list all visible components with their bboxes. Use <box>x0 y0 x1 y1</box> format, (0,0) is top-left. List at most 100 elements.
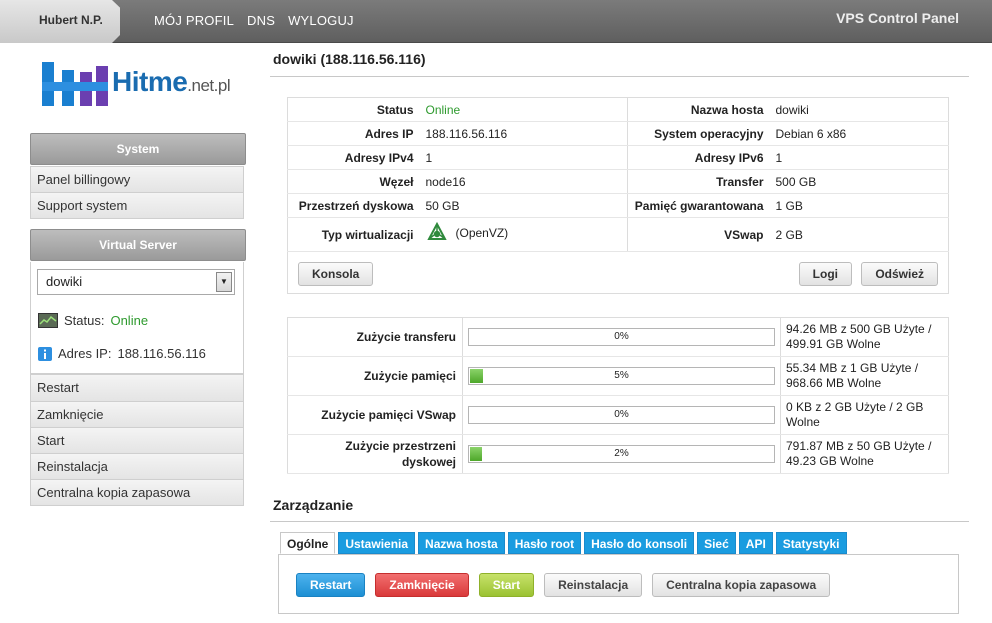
tab-network[interactable]: Sieć <box>697 532 736 554</box>
vs-ip-value: 188.116.56.116 <box>117 346 206 361</box>
logo-mark-icon <box>42 62 108 106</box>
progress-text: 5% <box>614 370 629 381</box>
sidebar-system-list: Panel billingowy Support system <box>30 166 244 219</box>
info-value: dowiki <box>769 97 949 122</box>
usage-row-vswap: Zużycie pamięci VSwap 0% 0 KB z 2 GB Uży… <box>287 395 949 435</box>
usage-detail: 0 KB z 2 GB Użyte / 2 GB Wolne <box>780 395 949 435</box>
shutdown-button[interactable]: Zamknięcie <box>375 573 469 597</box>
info-key: Typ wirtualizacji <box>287 217 420 252</box>
nav-logout[interactable]: WYLOGUJ <box>288 13 354 28</box>
info-value: node16 <box>419 169 628 194</box>
tab-root-password[interactable]: Hasło root <box>507 532 582 554</box>
user-name[interactable]: Hubert N.P. <box>39 13 103 27</box>
tab-settings[interactable]: Ustawienia <box>338 532 416 554</box>
usage-detail: 55.34 MB z 1 GB Użyte / 968.66 MB Wolne <box>780 356 949 396</box>
sidebar-item-support[interactable]: Support system <box>31 192 243 218</box>
tab-general[interactable]: Ogólne <box>280 532 336 554</box>
sidebar-item-restart[interactable]: Restart <box>31 375 243 401</box>
logo[interactable]: Hitme.net.pl <box>40 58 240 110</box>
management-divider <box>270 521 969 522</box>
usage-detail: 791.87 MB z 50 GB Użyte / 49.23 GB Wolne <box>780 434 949 474</box>
server-info-table: Status Online Nazwa hosta dowiki Adres I… <box>287 97 949 294</box>
progress-text: 2% <box>614 448 629 459</box>
progress-text: 0% <box>614 331 629 342</box>
logs-button[interactable]: Logi <box>798 262 852 286</box>
sidebar-item-shutdown[interactable]: Zamknięcie <box>31 401 243 427</box>
info-value: 1 GB <box>769 193 949 218</box>
vs-ip-label: Adres IP: <box>58 346 112 361</box>
logo-suffix: .net.pl <box>187 76 231 95</box>
vs-status-row: Status: Online <box>38 313 148 328</box>
tab-console-password[interactable]: Hasło do konsoli <box>584 532 695 554</box>
monitor-icon <box>38 313 58 328</box>
refresh-button[interactable]: Odśwież <box>861 262 938 286</box>
info-value: 500 GB <box>769 169 949 194</box>
chevron-down-icon[interactable]: ▼ <box>216 272 232 292</box>
info-value: Debian 6 x86 <box>769 121 949 146</box>
logo-brand: Hitme <box>112 66 188 97</box>
vs-ip-row: Adres IP: 188.116.56.116 <box>38 346 206 361</box>
sidebar-item-reinstall[interactable]: Reinstalacja <box>31 453 243 479</box>
info-value-status: Online <box>419 97 628 122</box>
title-divider <box>270 76 969 77</box>
usage-row-disk: Zużycie przestrzeni dyskowej 2% 791.87 M… <box>287 434 949 474</box>
usage-label: Zużycie transferu <box>287 317 463 357</box>
panel-title: VPS Control Panel <box>836 10 959 26</box>
virtual-server-box: dowiki ▼ Status: Online Adres IP: 188.11… <box>30 262 244 374</box>
info-key: System operacyjny <box>627 121 770 146</box>
restart-button[interactable]: Restart <box>296 573 366 597</box>
server-select[interactable]: dowiki ▼ <box>37 269 235 295</box>
progress-bar: 2% <box>468 445 775 463</box>
management-tabs: Ogólne Ustawienia Nazwa hosta Hasło root… <box>280 532 847 554</box>
tab-hostname[interactable]: Nazwa hosta <box>418 532 505 554</box>
info-key: Nazwa hosta <box>627 97 770 122</box>
virtualization-type: (OpenVZ) <box>455 226 509 240</box>
openvz-icon <box>426 222 447 240</box>
server-select-value: dowiki <box>46 274 83 289</box>
info-row: Status Online Nazwa hosta dowiki <box>287 97 949 122</box>
info-key: Adresy IPv4 <box>287 145 420 170</box>
info-row: Węzeł node16 Transfer 500 GB <box>287 169 949 194</box>
tab-api[interactable]: API <box>738 532 773 554</box>
info-key: VSwap <box>627 217 770 252</box>
info-key: Status <box>287 97 420 122</box>
sidebar-virtual-server-header: Virtual Server <box>30 229 246 261</box>
vs-status-label: Status: <box>64 313 105 328</box>
info-value: 50 GB <box>419 193 628 218</box>
action-buttons: Restart Zamknięcie Start Reinstalacja Ce… <box>296 573 831 597</box>
progress-text: 0% <box>614 409 629 420</box>
info-key: Przestrzeń dyskowa <box>287 193 420 218</box>
tab-statistics[interactable]: Statystyki <box>775 532 847 554</box>
sidebar-item-billing[interactable]: Panel billingowy <box>31 166 243 192</box>
progress-bar: 5% <box>468 367 775 385</box>
info-buttons-row: Konsola Logi Odśwież <box>288 252 949 294</box>
info-key: Adresy IPv6 <box>627 145 770 170</box>
info-key: Transfer <box>627 169 770 194</box>
info-value-virtualization: (OpenVZ) <box>419 217 628 252</box>
management-title: Zarządzanie <box>273 497 354 513</box>
usage-table: Zużycie transferu 0% 94.26 MB z 500 GB U… <box>287 317 949 474</box>
page-title: dowiki (188.116.56.116) <box>273 51 426 67</box>
central-backup-button[interactable]: Centralna kopia zapasowa <box>652 573 831 597</box>
usage-row-memory: Zużycie pamięci 5% 55.34 MB z 1 GB Użyte… <box>287 356 949 396</box>
user-name-block[interactable]: Hubert N.P. <box>0 0 120 43</box>
usage-row-transfer: Zużycie transferu 0% 94.26 MB z 500 GB U… <box>287 317 949 357</box>
nav-my-profile[interactable]: MÓJ PROFIL <box>154 13 234 28</box>
sidebar-item-central-backup[interactable]: Centralna kopia zapasowa <box>31 479 243 505</box>
top-bar: Hubert N.P. MÓJ PROFIL DNS WYLOGUJ VPS C… <box>0 0 992 43</box>
usage-detail: 94.26 MB z 500 GB Użyte / 499.91 GB Woln… <box>780 317 949 357</box>
logo-wordmark: Hitme.net.pl <box>112 66 231 98</box>
progress-bar: 0% <box>468 328 775 346</box>
vs-status-value: Online <box>110 313 149 328</box>
console-button[interactable]: Konsola <box>298 262 374 286</box>
nav-dns[interactable]: DNS <box>247 13 275 28</box>
info-key: Węzeł <box>287 169 420 194</box>
info-value: 2 GB <box>769 217 949 252</box>
start-button[interactable]: Start <box>478 573 535 597</box>
info-icon <box>38 346 52 361</box>
sidebar-item-start[interactable]: Start <box>31 427 243 453</box>
reinstall-button[interactable]: Reinstalacja <box>544 573 643 597</box>
info-row: Typ wirtualizacji (OpenVZ) VSwap 2 GB <box>287 217 949 252</box>
usage-label: Zużycie pamięci VSwap <box>287 395 463 435</box>
info-key: Adres IP <box>287 121 420 146</box>
